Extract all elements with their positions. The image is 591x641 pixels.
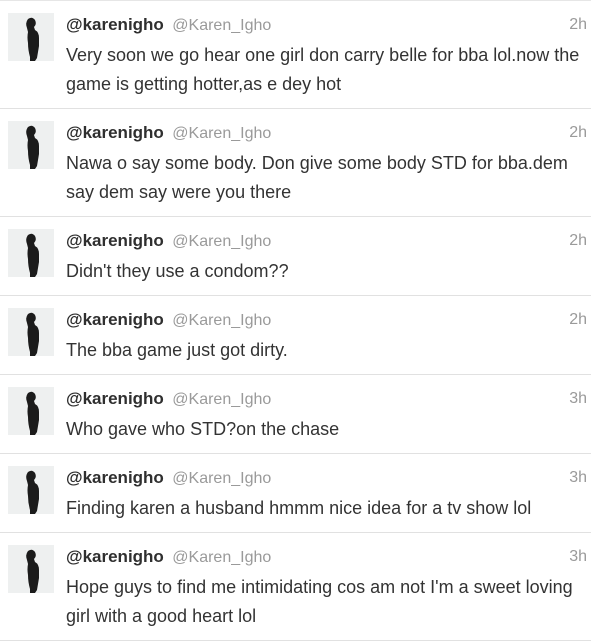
tweet-item[interactable]: @karenigho @Karen_Igho 2h Didn't they us…	[0, 217, 591, 296]
avatar[interactable]	[8, 387, 54, 435]
screen-name[interactable]: @Karen_Igho	[172, 391, 271, 408]
timestamp[interactable]: 3h	[569, 387, 587, 411]
tweet-feed: @karenigho @Karen_Igho 2h Very soon we g…	[0, 0, 591, 641]
tweet-item[interactable]: @karenigho @Karen_Igho 3h Who gave who S…	[0, 375, 591, 454]
tweet-item[interactable]: @karenigho @Karen_Igho 2h Very soon we g…	[0, 1, 591, 109]
avatar[interactable]	[8, 121, 54, 169]
tweet-item[interactable]: @karenigho @Karen_Igho 2h The bba game j…	[0, 296, 591, 375]
user-handle[interactable]: @karenigho	[66, 310, 164, 329]
timestamp[interactable]: 3h	[569, 545, 587, 569]
tweet-text: Very soon we go hear one girl don carry …	[66, 45, 580, 94]
tweet-text: Didn't they use a condom??	[66, 261, 289, 281]
timestamp[interactable]: 3h	[569, 466, 587, 490]
user-handle[interactable]: @karenigho	[66, 468, 164, 487]
avatar[interactable]	[8, 308, 54, 356]
avatar[interactable]	[8, 13, 54, 61]
tweet-text: Nawa o say some body. Don give some body…	[66, 153, 568, 202]
screen-name[interactable]: @Karen_Igho	[172, 549, 271, 566]
user-handle[interactable]: @karenigho	[66, 231, 164, 250]
tweet-text: Who gave who STD?on the chase	[66, 419, 340, 439]
tweet-item[interactable]: @karenigho @Karen_Igho 3h Finding karen …	[0, 454, 591, 533]
tweet-item[interactable]: @karenigho @Karen_Igho 2h Nawa o say som…	[0, 109, 591, 217]
screen-name[interactable]: @Karen_Igho	[172, 470, 271, 487]
avatar[interactable]	[8, 466, 54, 514]
timestamp[interactable]: 2h	[569, 229, 587, 253]
user-handle[interactable]: @karenigho	[66, 547, 164, 566]
timestamp[interactable]: 2h	[569, 121, 587, 145]
user-handle[interactable]: @karenigho	[66, 123, 164, 142]
screen-name[interactable]: @Karen_Igho	[172, 233, 271, 250]
tweet-text: Finding karen a husband hmmm nice idea f…	[66, 498, 532, 518]
screen-name[interactable]: @Karen_Igho	[172, 312, 271, 329]
tweet-text: Hope guys to find me intimidating cos am…	[66, 577, 573, 626]
user-handle[interactable]: @karenigho	[66, 15, 164, 34]
user-handle[interactable]: @karenigho	[66, 389, 164, 408]
tweet-item[interactable]: @karenigho @Karen_Igho 3h Hope guys to f…	[0, 533, 591, 641]
timestamp[interactable]: 2h	[569, 308, 587, 332]
screen-name[interactable]: @Karen_Igho	[172, 17, 271, 34]
tweet-text: The bba game just got dirty.	[66, 340, 288, 360]
avatar[interactable]	[8, 545, 54, 593]
avatar[interactable]	[8, 229, 54, 277]
timestamp[interactable]: 2h	[569, 13, 587, 37]
screen-name[interactable]: @Karen_Igho	[172, 125, 271, 142]
